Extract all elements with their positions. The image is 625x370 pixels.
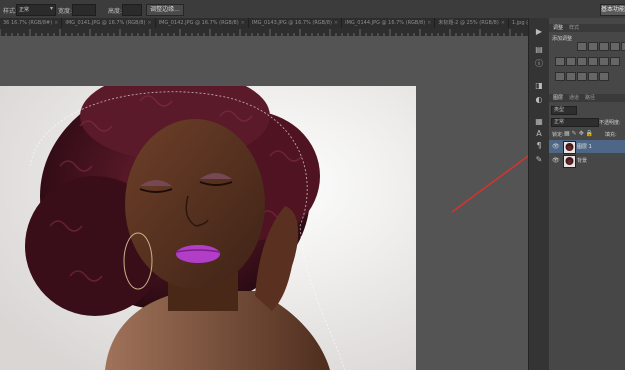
tab-layers[interactable]: 图层 xyxy=(551,94,565,102)
chevron-down-icon: ▾ xyxy=(49,5,53,12)
style-select[interactable]: 正常 ▾ xyxy=(16,4,56,16)
info-icon[interactable]: ⓘ xyxy=(533,58,545,70)
height-label: 高度: xyxy=(108,8,123,15)
adjust-icon[interactable]: ◐ xyxy=(533,94,545,106)
layers-panel-tabs: 图层 通道 路径 xyxy=(549,94,625,102)
paragraph-icon[interactable]: ¶ xyxy=(533,140,545,152)
adjustments-panel-tabs: 调整 样式 xyxy=(549,24,625,32)
adjustment-icon[interactable] xyxy=(555,72,565,81)
document-tab-label: IMG_0142.JPG @ 16.7% (RGB/8) xyxy=(158,20,239,26)
adjustment-icon[interactable] xyxy=(610,42,620,51)
adjustment-icon[interactable] xyxy=(577,57,587,66)
right-panels: 调整 样式 添加调整 图层 通道 路径 类型 正常 不透明度: 锁定: ▦✎✥🔒… xyxy=(549,18,625,370)
blend-mode-value: 正常 xyxy=(554,119,565,125)
layer-name: 图层 1 xyxy=(577,144,592,150)
layer-name: 背景 xyxy=(577,158,588,164)
adjustment-icon[interactable] xyxy=(588,72,598,81)
lock-icons[interactable]: ▦✎✥🔒 xyxy=(564,130,595,137)
adjustment-icon[interactable] xyxy=(577,42,587,51)
adjustment-icon[interactable] xyxy=(599,72,609,81)
close-icon[interactable]: × xyxy=(334,20,338,26)
adjustment-icon[interactable] xyxy=(555,57,565,66)
adjustment-icon[interactable] xyxy=(566,72,576,81)
document-tab[interactable]: IMG_0142.JPG @ 16.7% (RGB/8) × xyxy=(156,18,249,28)
document-tab-label: IMG_0144.JPG @ 16.7% (RGB/8) xyxy=(345,20,426,26)
close-icon[interactable]: × xyxy=(241,20,245,26)
workspace-button[interactable]: 基本功能 xyxy=(600,4,625,16)
options-bar: 样式: 正常 ▾ 宽度: 高度: 调整边缘... 基本功能 xyxy=(0,0,625,19)
play-icon[interactable]: ▶ xyxy=(533,26,545,38)
width-label: 宽度: xyxy=(58,8,73,15)
adjustment-icon[interactable] xyxy=(566,57,576,66)
paint-icon[interactable]: ▦ xyxy=(533,116,545,128)
layer-thumbnail xyxy=(563,141,576,154)
layer-kind-filter[interactable]: 类型 xyxy=(551,106,577,115)
layers-icon[interactable]: ◨ xyxy=(533,80,545,92)
document-tab[interactable]: 未标题-2 @ 25% (RGB/8) × xyxy=(435,18,509,28)
tab-adjustments[interactable]: 调整 xyxy=(551,24,565,32)
close-icon[interactable]: × xyxy=(54,20,58,26)
adjustment-icon[interactable] xyxy=(599,42,609,51)
tab-paths[interactable]: 路径 xyxy=(583,94,597,102)
adjustment-icon[interactable] xyxy=(610,57,620,66)
layer-row-1[interactable]: 👁 图层 1 xyxy=(549,140,625,154)
document-tab[interactable]: IMG_0143.JPG @ 16.7% (RGB/8) × xyxy=(249,18,343,28)
close-icon[interactable]: × xyxy=(501,20,505,26)
kind-label: 类型 xyxy=(554,107,565,113)
eye-icon[interactable]: 👁 xyxy=(552,157,560,164)
document-tab[interactable]: 36 16.7% (RGB/8#) × xyxy=(0,18,63,28)
tab-channels[interactable]: 通道 xyxy=(567,94,581,102)
adjustment-icon[interactable] xyxy=(599,57,609,66)
fill-label: 填充: xyxy=(605,132,617,138)
opacity-label: 不透明度: xyxy=(599,120,621,126)
close-icon[interactable]: × xyxy=(427,20,431,26)
close-icon[interactable]: × xyxy=(147,20,151,26)
document-tab-label: 36 16.7% (RGB/8#) xyxy=(3,20,53,26)
style-value: 正常 xyxy=(19,7,30,13)
refine-edge-button[interactable]: 调整边缘... xyxy=(146,4,184,16)
document-tab-bar: 36 16.7% (RGB/8#) × IMG_0141.JPG @ 16.7% (… xyxy=(0,18,528,28)
eye-icon[interactable]: 👁 xyxy=(552,143,560,150)
tab-styles[interactable]: 样式 xyxy=(567,24,581,32)
style-label: 样式: xyxy=(3,8,18,15)
adjustment-icon[interactable] xyxy=(588,42,598,51)
height-field[interactable] xyxy=(122,4,142,16)
adjustment-icon[interactable] xyxy=(577,72,587,81)
histogram-icon[interactable]: ▤ xyxy=(533,44,545,56)
document-tab-label: 未标题-2 @ 25% (RGB/8) xyxy=(438,20,499,26)
panel-tool-strip: ▶ ▤ ⓘ ◨ ◐ ▦ A ¶ ✎ xyxy=(528,18,550,370)
document-tab[interactable]: 1.jpg @ 25% (RGB/8)× xyxy=(509,18,528,28)
document-tab-label: IMG_0141.JPG @ 16.7% (RGB/8) xyxy=(65,20,146,26)
brush-icon[interactable]: ✎ xyxy=(533,154,545,166)
layer-row-background[interactable]: 👁 背景 xyxy=(549,154,625,168)
document-tab-label: 1.jpg @ 25% (RGB/8) xyxy=(512,20,528,26)
document-tab-label: IMG_0143.JPG @ 16.7% (RGB/8) xyxy=(251,20,332,26)
document-tab[interactable]: IMG_0141.JPG @ 16.7% (RGB/8) × xyxy=(62,18,156,28)
adjustment-icon[interactable] xyxy=(588,57,598,66)
lock-label: 锁定: xyxy=(552,132,564,138)
add-adjustment-label: 添加调整 xyxy=(552,36,573,42)
adjustment-icon[interactable] xyxy=(621,42,625,51)
document-tab[interactable]: IMG_0144.JPG @ 16.7% (RGB/8) × xyxy=(342,18,436,28)
blend-mode-select[interactable]: 正常 xyxy=(551,118,599,127)
text-icon[interactable]: A xyxy=(533,128,545,140)
document-image[interactable] xyxy=(0,86,416,370)
layer-thumbnail xyxy=(563,155,576,168)
width-field[interactable] xyxy=(72,4,96,16)
